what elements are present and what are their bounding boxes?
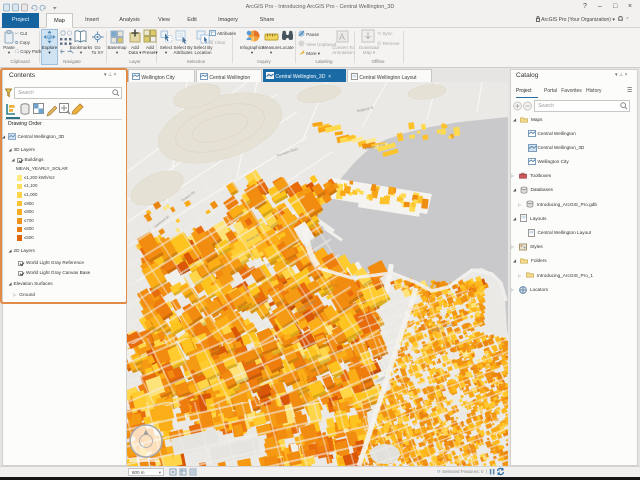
svg-text:A: A [339, 32, 345, 42]
